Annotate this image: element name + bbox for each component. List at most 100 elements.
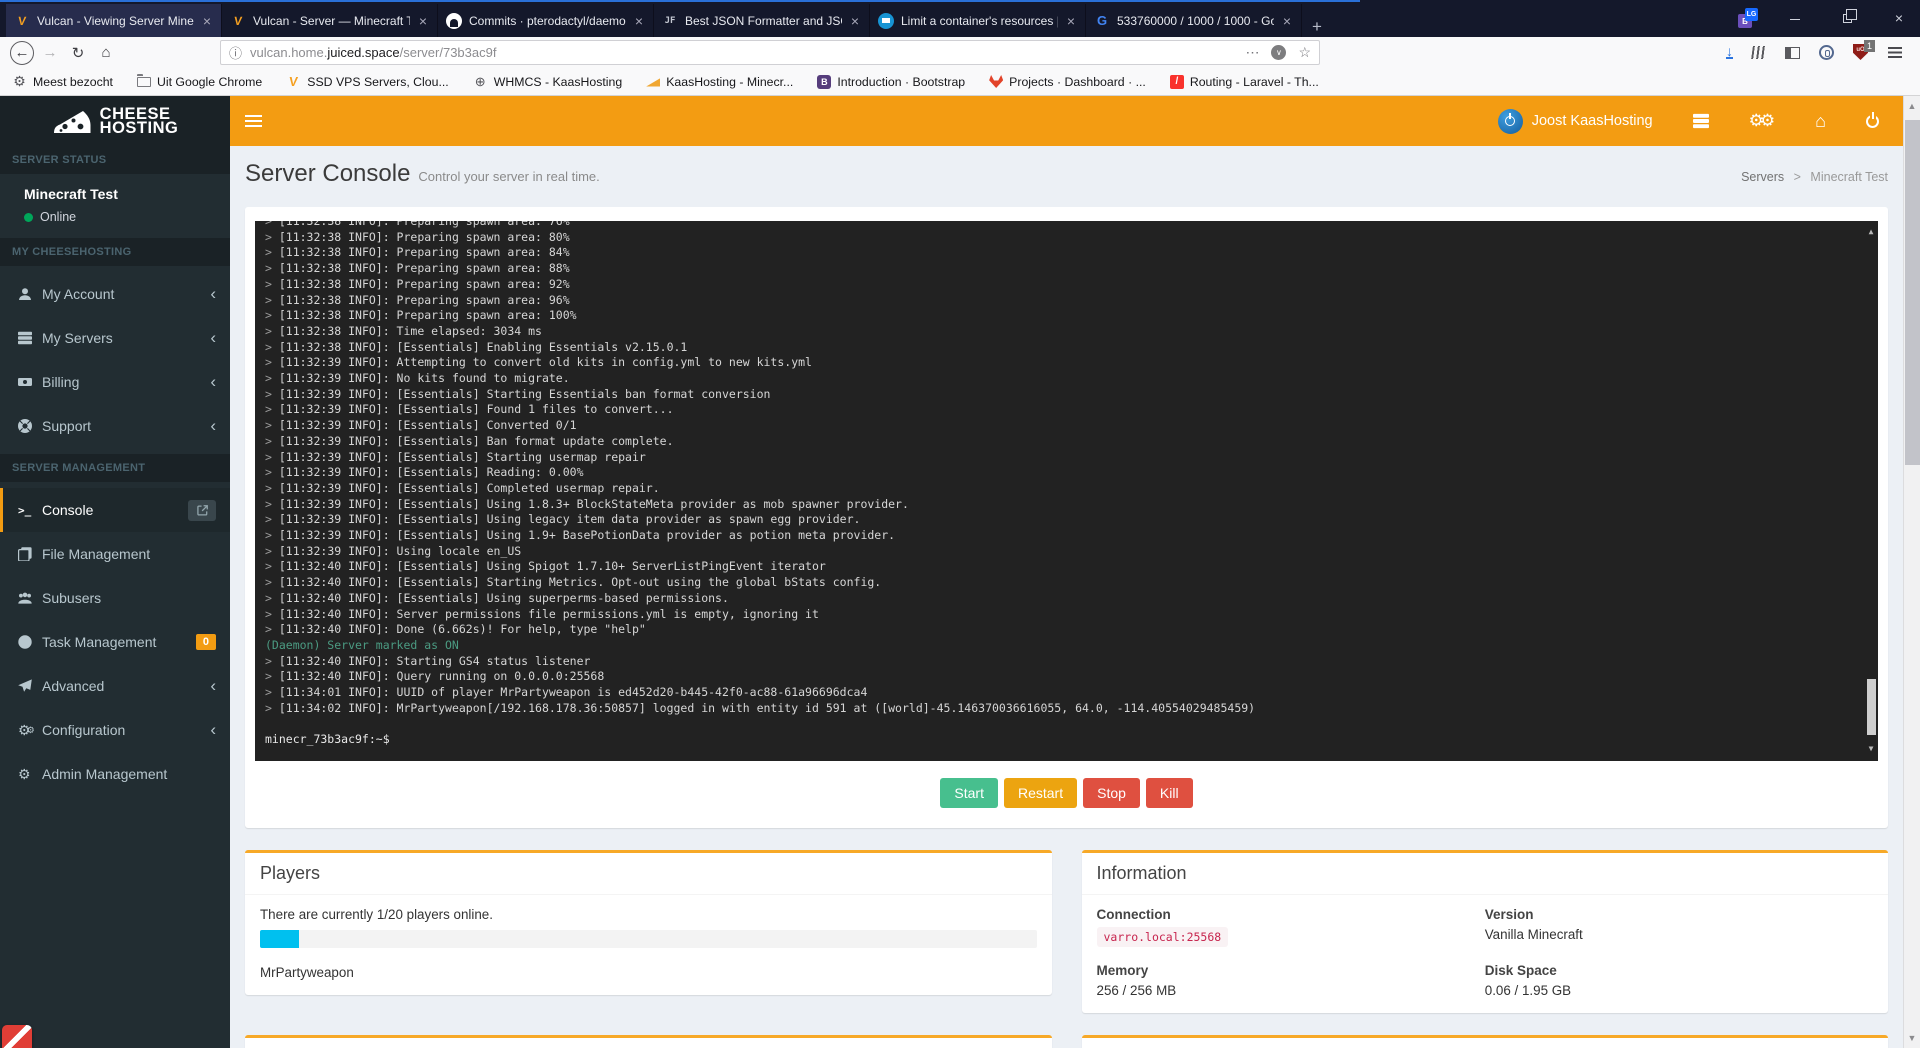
- sidebar-item-configuration[interactable]: ⚙ ⚙ Configuration ‹: [0, 708, 230, 752]
- ublock-icon[interactable]: uO 1: [1853, 40, 1875, 61]
- console-scrollbar[interactable]: ▲ ▼: [1864, 221, 1878, 761]
- sidebar-collapse-button[interactable]: [230, 96, 276, 146]
- sidebar-item-console[interactable]: >_ Console: [0, 488, 230, 532]
- scroll-down-icon[interactable]: ▼: [1904, 1033, 1920, 1043]
- breadcrumb-servers[interactable]: Servers: [1741, 170, 1784, 184]
- cheesehosting-logo[interactable]: CHEESE HOSTING: [0, 96, 230, 146]
- bookmark-projects-dashboard[interactable]: Projects · Dashboard · ...: [989, 75, 1146, 89]
- cogs-icon[interactable]: ⚙ ⚙: [1749, 112, 1776, 129]
- onepassword-icon[interactable]: [1819, 45, 1834, 60]
- tab-close-icon[interactable]: ×: [1065, 13, 1077, 29]
- player-list: MrPartyweapon: [260, 965, 1037, 980]
- tab-close-icon[interactable]: ×: [849, 13, 861, 29]
- sidebar-toggle-icon[interactable]: [1785, 46, 1800, 59]
- user-menu[interactable]: Joost KaasHosting: [1532, 113, 1653, 129]
- extension-icon[interactable]: B LG: [1738, 8, 1758, 28]
- bookmark-whmcs-kaashosting[interactable]: ⊕ WHMCS - KaasHosting: [473, 74, 622, 89]
- bookmark-introduction-bootstrap[interactable]: B Introduction · Bootstrap: [817, 74, 965, 89]
- sidebar-item-billing[interactable]: Billing ‹: [0, 360, 230, 404]
- bookmark-routing-laravel-th[interactable]: / Routing - Laravel - Th...: [1169, 74, 1319, 89]
- console-line: > [11:32:40 INFO]: [Essentials] Using su…: [265, 591, 1878, 607]
- page-title: Server Console: [245, 160, 411, 187]
- browser-tab[interactable]: Limit a container's resources | D ×: [870, 4, 1086, 37]
- reload-button[interactable]: ↻: [64, 40, 92, 66]
- tab-close-icon[interactable]: ×: [1281, 13, 1293, 29]
- info-field-connection: Connection varro.local:25568: [1096, 907, 1485, 947]
- jf-favicon-icon: JF: [664, 15, 676, 26]
- site-info-icon[interactable]: ⓘ: [229, 43, 242, 62]
- info-label: Version: [1484, 907, 1534, 922]
- console-line: > [11:32:38 INFO]: Preparing spawn area:…: [265, 230, 1878, 246]
- page-actions-icon[interactable]: ⋯: [1245, 44, 1259, 61]
- home-icon[interactable]: ⌂: [1815, 112, 1826, 130]
- info-value: varro.local:25568: [1096, 927, 1485, 947]
- restore-button[interactable]: [1832, 9, 1862, 26]
- section-header-account: MY CHEESEHOSTING: [0, 238, 230, 266]
- home-button[interactable]: ⌂: [92, 40, 120, 66]
- bookmark-ssd-vps-servers-clou[interactable]: V SSD VPS Servers, Clou...: [286, 74, 449, 89]
- download-icon[interactable]: ↓: [1726, 44, 1733, 59]
- browser-tab[interactable]: V Vulcan - Viewing Server Minecr ×: [6, 4, 222, 37]
- info-field-disk-space: Disk Space 0.06 / 1.95 GB: [1485, 963, 1873, 998]
- browser-menu-icon[interactable]: [1888, 47, 1902, 58]
- start-button[interactable]: Start: [940, 778, 998, 808]
- stop-button[interactable]: Stop: [1083, 778, 1140, 808]
- info-value: 0.06 / 1.95 GB: [1485, 983, 1873, 998]
- pocket-icon[interactable]: ∨: [1271, 45, 1287, 60]
- library-icon[interactable]: [1751, 46, 1767, 59]
- online-status-dot: [24, 212, 33, 222]
- line-prefix: >: [265, 528, 279, 543]
- sidebar-item-my-servers[interactable]: My Servers ‹: [0, 316, 230, 360]
- server-list-icon[interactable]: [1692, 113, 1709, 129]
- sidebar-item-file-management[interactable]: File Management: [0, 532, 230, 576]
- console-prompt[interactable]: minecr_73b3ac9f:~$: [265, 732, 390, 748]
- scroll-up-icon[interactable]: ▲: [1904, 101, 1920, 111]
- line-prefix: >: [265, 355, 279, 370]
- tab-close-icon[interactable]: ×: [201, 13, 213, 29]
- sidebar-item-advanced[interactable]: Advanced ‹: [0, 664, 230, 708]
- tab-close-icon[interactable]: ×: [633, 13, 645, 29]
- page-scrollbar[interactable]: ▲ ▼: [1903, 96, 1920, 1048]
- console-scroll-thumb[interactable]: [1867, 679, 1876, 735]
- sidebar-item-my-account[interactable]: My Account ‹: [0, 272, 230, 316]
- console-terminal[interactable]: > [11:32:38 INFO]: Preparing spawn area:…: [255, 221, 1878, 761]
- players-count-text: There are currently 1/20 players online.: [260, 907, 493, 922]
- tab-close-icon[interactable]: ×: [417, 13, 429, 29]
- bookmark-star-icon[interactable]: ☆: [1298, 44, 1311, 61]
- close-button[interactable]: ×: [1884, 10, 1914, 26]
- sidebar-item-task-management[interactable]: Task Management 0: [0, 620, 230, 664]
- line-text: [11:32:38 INFO]: Preparing spawn area: 7…: [278, 221, 570, 228]
- line-prefix: >: [265, 276, 279, 291]
- corner-notification-icon[interactable]: [2, 1025, 32, 1048]
- console-scroll-up-icon[interactable]: ▲: [1866, 224, 1876, 240]
- console-scroll-down-icon[interactable]: ▼: [1866, 741, 1876, 757]
- kill-button[interactable]: Kill: [1145, 778, 1193, 808]
- content-header: Server Console Control your server in re…: [245, 160, 1888, 196]
- back-button[interactable]: ←: [8, 40, 36, 66]
- browser-tab[interactable]: V Vulcan - Server — Minecraft Te ×: [222, 4, 438, 37]
- users-icon: [18, 591, 42, 605]
- bookmark-meest-bezocht[interactable]: ⚙ Meest bezocht: [12, 73, 113, 89]
- minimize-button[interactable]: [1780, 10, 1810, 26]
- url-bar[interactable]: ⓘ vulcan.home.juiced.space/server/73b3ac…: [220, 40, 1320, 65]
- bookmark-uit-google-chrome[interactable]: Uit Google Chrome: [136, 73, 262, 89]
- chevron-left-icon: ‹: [210, 720, 216, 739]
- laravel-icon: /: [1169, 74, 1184, 89]
- browser-tab[interactable]: G 533760000 / 1000 / 1000 - Goog ×: [1086, 4, 1302, 37]
- sidebar-item-admin-management[interactable]: ⚙ Admin Management: [0, 752, 230, 796]
- sidebar-item-support[interactable]: Support ‹: [0, 404, 230, 448]
- browser-tab[interactable]: JF Best JSON Formatter and JSON ×: [654, 4, 870, 37]
- clock-icon: [18, 635, 42, 649]
- sidebar-item-subusers[interactable]: Subusers: [0, 576, 230, 620]
- scroll-thumb[interactable]: [1905, 120, 1920, 465]
- external-link-button[interactable]: [188, 499, 216, 521]
- players-progress-fill: [260, 930, 299, 948]
- restart-button[interactable]: Restart: [1003, 778, 1078, 808]
- new-tab-button[interactable]: +: [1302, 17, 1332, 37]
- forward-button[interactable]: →: [36, 40, 64, 66]
- browser-tab[interactable]: Commits · pterodactyl/daemon ×: [438, 4, 654, 37]
- sidebar-item-label: Task Management: [42, 634, 157, 650]
- power-icon[interactable]: [1866, 114, 1879, 128]
- bookmark-kaashosting-minecr[interactable]: KaasHosting - Minecr...: [646, 75, 793, 89]
- avatar[interactable]: [1497, 108, 1523, 134]
